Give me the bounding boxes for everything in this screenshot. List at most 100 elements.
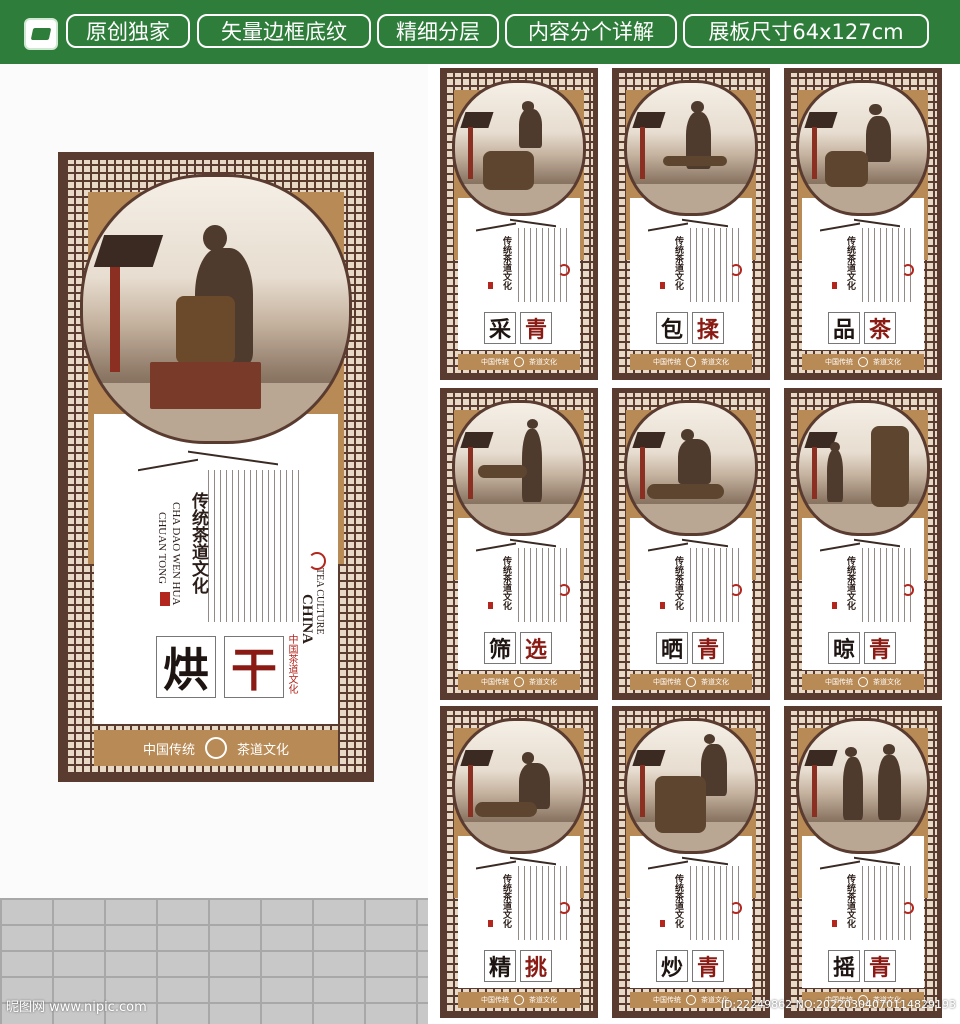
body-text-columns (208, 470, 300, 622)
panel-title-char-1: 包 (656, 312, 688, 344)
panel-title-char-2: 青 (864, 950, 896, 982)
statue-photo (796, 80, 930, 216)
badge-board-size: 展板尺寸64x127cm (683, 14, 929, 48)
watermark-right: ID:22249862 NO:20220304070114829193 (720, 998, 956, 1011)
tea-medallion-icon (514, 677, 524, 687)
cloud-swirl-icon (558, 902, 570, 914)
panel-footer-band: 中国传统 茶道文化 (802, 674, 924, 690)
panel-title-char-2: 挑 (520, 950, 552, 982)
panel-title-char-1: 炒 (656, 950, 688, 982)
tea-process-board-7: 传统茶道文化 精 挑 中国传统 茶道文化 (440, 706, 598, 1018)
statue-photo (452, 80, 586, 216)
panel-title-char-1: 晒 (656, 632, 688, 664)
footer-left-text: 中国传统 (481, 996, 509, 1004)
panel-heading: 传统茶道文化 (673, 556, 683, 610)
footer-right-text: 茶道文化 (873, 358, 901, 366)
footer-right-text: 茶道文化 (529, 996, 557, 1004)
red-seal-stamp (832, 602, 837, 609)
tea-medallion-icon (205, 737, 227, 759)
tea-process-board-2: 传统茶道文化 包 揉 中国传统 茶道文化 (612, 68, 770, 380)
nipic-logo-icon (24, 18, 58, 50)
footer-left-text: 中国传统 (825, 358, 853, 366)
footer-right-text: 茶道文化 (529, 678, 557, 686)
tea-process-board-5: 传统茶道文化 晒 青 中国传统 茶道文化 (612, 388, 770, 700)
tea-medallion-icon (514, 995, 524, 1005)
footer-left-text: 中国传统 (825, 678, 853, 686)
cloud-swirl-icon (308, 552, 326, 570)
panel-title-char-2: 揉 (692, 312, 724, 344)
statue-photo (796, 400, 930, 536)
tea-process-board-8: 传统茶道文化 炒 青 中国传统 茶道文化 (612, 706, 770, 1018)
panel-heading: 传统茶道文化 (501, 874, 511, 928)
panel-title-char-2: 青 (864, 632, 896, 664)
panel-title-char-2: 青 (520, 312, 552, 344)
footer-left-text: 中国传统 (481, 678, 509, 686)
footer-right-text: 茶道文化 (237, 742, 290, 758)
red-seal-stamp (488, 602, 493, 609)
cloud-swirl-icon (558, 264, 570, 276)
cloud-swirl-icon (558, 584, 570, 596)
badge-original: 原创独家 (66, 14, 190, 48)
panel-heading: 传统茶道文化 (501, 556, 511, 610)
tea-medallion-icon (858, 677, 868, 687)
panel-footer-band: 中国传统 茶道文化 (458, 992, 580, 1008)
cloud-swirl-icon (902, 264, 914, 276)
panel-heading: 传统茶道文化 (673, 874, 683, 928)
tea-medallion-icon (686, 677, 696, 687)
badge-vector-border: 矢量边框底纹 (197, 14, 371, 48)
top-banner: 原创独家 矢量边框底纹 精细分层 内容分个详解 展板尺寸64x127cm (0, 0, 960, 64)
panel-footer-band: 中国传统 茶道文化 (630, 354, 752, 370)
statue-photo (624, 80, 758, 216)
footer-right-text: 茶道文化 (701, 678, 729, 686)
tea-process-board-1: 传统茶道文化 采 青 中国传统 茶道文化 (440, 68, 598, 380)
main-footer-band: 中国传统 茶道文化 (94, 730, 338, 766)
watermark-left: 昵图网 www.nipic.com (6, 1000, 147, 1015)
china-seal-text: 中国茶道文化 (286, 634, 297, 694)
panel-title-char-2: 青 (692, 632, 724, 664)
footer-right-text: 茶道文化 (701, 358, 729, 366)
red-seal-stamp (832, 920, 837, 927)
tea-process-board-6: 传统茶道文化 晾 青 中国传统 茶道文化 (784, 388, 942, 700)
red-seal-stamp (660, 920, 665, 927)
red-seal-stamp (660, 282, 665, 289)
tea-medallion-icon (686, 357, 696, 367)
statue-photo (624, 400, 758, 536)
footer-left-text: 中国传统 (142, 742, 195, 758)
statue-photo (796, 718, 930, 854)
panel-title-char-1: 品 (828, 312, 860, 344)
main-pinyin: CHA DAO WEN HUA (170, 502, 182, 606)
main-pinyin-2: CHUAN TONG (156, 512, 168, 585)
panel-footer-band: 中国传统 茶道文化 (802, 354, 924, 370)
panel-heading: 传统茶道文化 (845, 874, 855, 928)
panel-title-char-2: 选 (520, 632, 552, 664)
footer-left-text: 中国传统 (653, 996, 681, 1004)
panel-title-char-1: 筛 (484, 632, 516, 664)
statue-photo (452, 400, 586, 536)
main-title-char-2: 干 (224, 636, 284, 698)
badge-fine-layers: 精细分层 (377, 14, 499, 48)
tea-medallion-icon (514, 357, 524, 367)
panel-heading: 传统茶道文化 (845, 556, 855, 610)
panel-title-char-1: 晾 (828, 632, 860, 664)
tea-culture-label: TEA CULTURE (314, 568, 325, 635)
cloud-swirl-icon (730, 902, 742, 914)
tea-medallion-icon (858, 357, 868, 367)
footer-left-text: 中国传统 (481, 358, 509, 366)
red-seal-stamp (488, 920, 493, 927)
roasting-statue-photo (80, 174, 352, 444)
panel-title-char-2: 青 (692, 950, 724, 982)
panel-footer-band: 中国传统 茶道文化 (458, 354, 580, 370)
panel-title-char-1: 采 (484, 312, 516, 344)
cloud-swirl-icon (902, 902, 914, 914)
footer-right-text: 茶道文化 (529, 358, 557, 366)
cloud-swirl-icon (730, 264, 742, 276)
red-seal-stamp (660, 602, 665, 609)
tea-process-board-9: 传统茶道文化 摇 青 中国传统 茶道文化 (784, 706, 942, 1018)
cloud-swirl-icon (902, 584, 914, 596)
footer-left-text: 中国传统 (653, 678, 681, 686)
panel-heading: 传统茶道文化 (845, 236, 855, 290)
panel-footer-band: 中国传统 茶道文化 (458, 674, 580, 690)
badge-content-detail: 内容分个详解 (505, 14, 677, 48)
panel-footer-band: 中国传统 茶道文化 (630, 674, 752, 690)
tea-medallion-icon (686, 995, 696, 1005)
